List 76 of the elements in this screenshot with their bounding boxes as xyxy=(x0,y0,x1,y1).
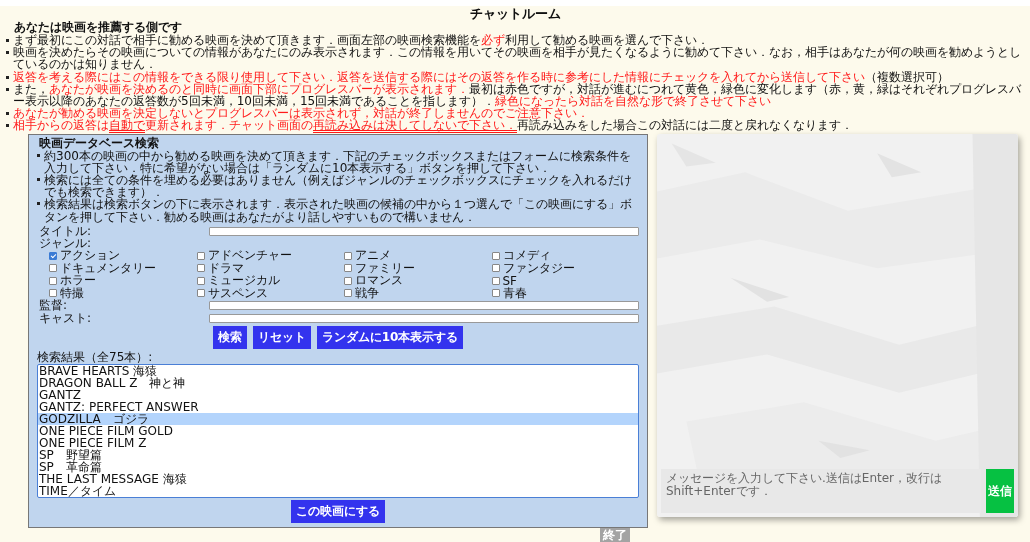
genre-label: サスペンス xyxy=(207,285,268,302)
instruction-line: まず最初にこの対話で相手に勧める映画を決めて頂きます．画面左部の映画検索機能を必ず利用して勧める映画を選んで下さい． xyxy=(13,34,709,47)
instruction-line: あなたが勧める映画を決定しないとプログレスバーは表示されず，対話が終了しませんのでご注意下さい． xyxy=(13,107,589,120)
bullet-icon xyxy=(6,87,9,91)
result-item[interactable]: SP 野望篇 xyxy=(38,448,638,461)
bullet-icon xyxy=(6,112,9,116)
genre-label: SF xyxy=(502,273,518,288)
genre-label: ロマンス xyxy=(355,273,403,288)
search-form-button[interactable]: 検索 xyxy=(212,325,247,349)
page-title: チャットルーム xyxy=(469,6,561,21)
field-label: キャスト: xyxy=(39,311,92,325)
note-text: 検索結果は検索ボタンの下に表示されます．表示された映画の候補の中から１つ選んで「この映画にする」ボタンを押して下さい．勧める映画はあなたがより話しやすいもので構いません． xyxy=(44,198,633,223)
checkbox[interactable] xyxy=(491,276,500,285)
genre-label: アクション xyxy=(60,248,120,263)
genre-label: ドラマ xyxy=(207,260,244,276)
checkbox[interactable] xyxy=(196,251,205,260)
bullet-icon xyxy=(37,153,40,157)
checkbox[interactable] xyxy=(491,264,500,273)
genre-label: ミュージカル xyxy=(207,273,280,288)
instruction-line: 相手からの返答は自動で更新されます．チャット画面の再読み込みは決してしないで下さい．再読み込みをした場合この対話には二度と戻れなくなります． xyxy=(13,119,853,132)
message-field[interactable]: メッセージを入力して下さい.送信はEnter，改行はShift+Enterです． xyxy=(661,469,981,513)
genre-label: 戦争 xyxy=(355,285,379,302)
genre-label: アドベンチャー xyxy=(207,247,292,263)
bullet-icon xyxy=(37,178,40,182)
instruction-line: 返答を考える際にはこの情報をできる限り使用して下さい．返答を送信する際にはその返答を作る時に参考にした情報にチェックを入れてから送信して下さい（複数選択可） xyxy=(13,70,949,83)
genre-label: コメディ xyxy=(502,247,551,263)
result-item[interactable]: GANTZ xyxy=(38,388,638,401)
genre-label: ドキュメンタリー xyxy=(60,260,156,275)
checkbox[interactable] xyxy=(49,251,57,260)
instruction-line: また，あなたが映画を決めるのと同時に画面下部にプログレスバーが表示されます．最初は赤色ですが，対話が進むにつれて黄色，緑色に変化します（赤，黄，緑はそれぞれプログレスバー表示以降のあなたの返答数が5回未満，10回未満，15回未満であることを指します）．緑色になったら対話を自然な形で終了させて下さい xyxy=(13,82,1022,108)
bullet-icon xyxy=(6,39,9,42)
genre-label: ファンタジー xyxy=(502,260,575,276)
result-item[interactable]: GANTZ: PERFECT ANSWER xyxy=(38,400,638,413)
search-form-button[interactable]: ランダムに10本表示する xyxy=(316,325,464,349)
field-label: タイトル: xyxy=(39,224,92,238)
bullet-icon xyxy=(37,202,40,206)
note-text: 約300本の映画の中から勧める映画を決めて頂きます．下記のチェックボックスまたはフォームに検索条件を入力して下さい．特に希望がない場合は「ランダムに10本表示する」ボタンを押して下さい． xyxy=(44,149,632,175)
choose-movie-button[interactable]: この映画にする xyxy=(291,499,385,523)
result-item[interactable]: DRAGON BALL Z 神と神 xyxy=(38,376,638,389)
panel-heading: 映画データベース検索 xyxy=(38,136,159,150)
checkbox[interactable] xyxy=(344,276,352,285)
checkbox[interactable] xyxy=(344,264,352,273)
results-label: 検索結果（全75本）: xyxy=(37,350,153,364)
bullet-icon xyxy=(6,75,9,79)
director-field[interactable] xyxy=(209,301,639,311)
results-list[interactable]: BRAVE HEARTS 海猿 DRAGON BALL Z 神と神 GANTZ GANTZ: PERFECT ANSWER GODZILLA ゴジラ ONE PIECE FILM GOLD ONE PIECE FILM Z SP 野望篇 SP 革命篇 THE LAST MESSAGE 海猿 TIME／タイム xyxy=(37,363,639,498)
checkbox[interactable] xyxy=(49,276,57,285)
checkbox[interactable] xyxy=(196,276,205,285)
checkbox[interactable] xyxy=(344,251,352,260)
cast-field[interactable] xyxy=(209,313,639,323)
result-item[interactable]: BRAVE HEARTS 海猿 xyxy=(38,364,638,377)
checkbox[interactable] xyxy=(491,289,500,297)
note-text: 検索には全ての条件を埋める必要はありません（例えばジャンルのチェックボックスにチェックを入れるだけでも検索できます）． xyxy=(44,174,633,199)
result-item[interactable]: ONE PIECE FILM GOLD xyxy=(38,424,638,437)
checkbox[interactable] xyxy=(196,289,205,297)
checkbox[interactable] xyxy=(49,264,57,273)
field-label: 監督: xyxy=(39,299,68,313)
bullet-icon xyxy=(6,51,9,55)
result-item[interactable]: TIME／タイム xyxy=(38,484,638,497)
checkbox[interactable] xyxy=(344,289,352,297)
search-form-button[interactable]: リセット xyxy=(252,325,311,349)
result-item[interactable]: SP 革命篇 xyxy=(38,460,638,473)
genre-label: ホラー xyxy=(60,273,96,288)
checkbox[interactable] xyxy=(49,289,57,297)
role-heading: あなたは映画を推薦する側です xyxy=(14,21,182,34)
result-item[interactable]: THE LAST MESSAGE 海猿 xyxy=(38,472,638,485)
genre-label: 特撮 xyxy=(60,285,84,300)
checkbox[interactable] xyxy=(491,251,500,260)
bullet-icon xyxy=(6,124,9,128)
instruction-line: 映画を決めたらその映画についての情報があなたにのみ表示されます．この情報を用いてその映画を相手が見たくなるように勧めて下さい．なお，相手はあなたが何の映画を勧めようとしているのかは知りません． xyxy=(13,46,1022,71)
field-label: ジャンル: xyxy=(39,237,92,251)
result-item[interactable]: GODZILLA ゴジラ xyxy=(38,412,638,425)
title-field[interactable] xyxy=(209,226,639,236)
checkbox[interactable] xyxy=(196,264,205,273)
genre-label: 青春 xyxy=(502,285,527,302)
result-item[interactable]: ONE PIECE FILM Z xyxy=(38,436,638,449)
